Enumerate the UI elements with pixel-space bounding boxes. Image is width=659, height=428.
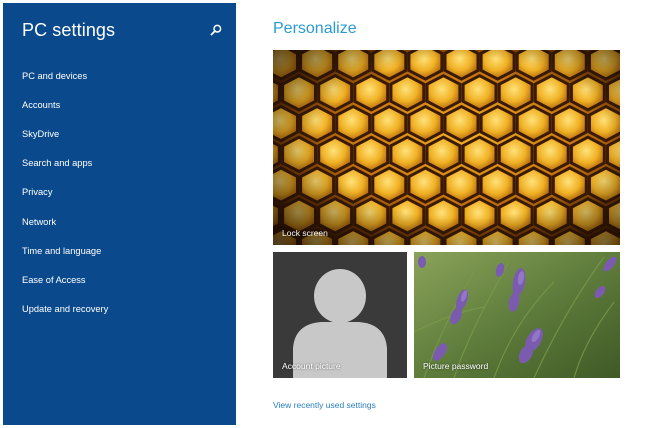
nav-item-network[interactable]: Network [3,207,236,236]
nav-item-label: Time and language [22,245,102,256]
sidebar-title: PC settings [22,20,116,40]
nav-item-label: Ease of Access [22,274,86,285]
nav-item-ease-of-access[interactable]: Ease of Access [3,265,236,294]
nav-item-skydrive[interactable]: SkyDrive [3,119,236,148]
nav-item-label: Update and recovery [22,304,109,315]
main-content: Personalize Lock screen Account picture … [236,3,656,425]
nav-item-update-and-recovery[interactable]: Update and recovery [3,295,236,324]
picture-password-label: Picture password [423,361,489,371]
page-title: Personalize [273,20,357,37]
picture-password-tile[interactable]: Picture password [414,252,620,378]
nav-item-label: Privacy [22,187,53,198]
nav-item-label: PC and devices [22,70,88,81]
view-recent-settings-link[interactable]: View recently used settings [273,400,376,410]
default-user-avatar-icon [273,252,407,378]
pc-settings-window: PC settings PC and devices Accounts SkyD… [3,3,656,425]
lock-screen-label: Lock screen [282,228,328,238]
nav-item-label: Accounts [22,99,61,110]
nav-item-privacy[interactable]: Privacy [3,178,236,207]
nav-item-accounts[interactable]: Accounts [3,90,236,119]
lock-screen-tile[interactable]: Lock screen [273,50,620,245]
nav-item-label: SkyDrive [22,128,60,139]
account-picture-label: Account picture [282,361,341,371]
sidebar: PC settings PC and devices Accounts SkyD… [3,3,236,425]
lock-screen-image [273,50,620,245]
nav-item-search-and-apps[interactable]: Search and apps [3,149,236,178]
settings-nav: PC and devices Accounts SkyDrive Search … [3,61,236,324]
picture-password-image [414,252,620,378]
nav-item-label: Network [22,216,57,227]
nav-item-label: Search and apps [22,158,93,169]
nav-item-time-and-language[interactable]: Time and language [3,236,236,265]
account-picture-tile[interactable]: Account picture [273,252,407,378]
search-icon[interactable] [209,23,223,37]
nav-item-pc-and-devices[interactable]: PC and devices [3,61,236,90]
